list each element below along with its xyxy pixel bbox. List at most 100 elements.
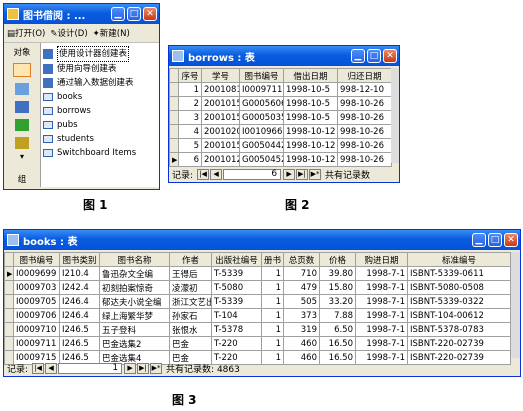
books-table-window: books : 表 ▁ □ ✕ 图书编号 图书类别 图书名称 作者 出版社编号 … (3, 229, 521, 377)
row-selector[interactable] (4, 294, 14, 309)
table-row[interactable]: 320010154G00050351998-10-5998-10-26 (169, 110, 392, 125)
list-item[interactable]: books (43, 90, 157, 104)
design-button[interactable]: ✎设计(D) (50, 27, 87, 39)
record-number-field[interactable]: 6 (223, 168, 282, 180)
table-icon (43, 121, 53, 129)
row-selector[interactable] (4, 308, 14, 323)
last-record-button[interactable]: ▶| (137, 362, 150, 374)
row-selector[interactable] (169, 96, 179, 111)
column-header[interactable]: 册书 (261, 252, 284, 267)
column-header[interactable]: 购进日期 (355, 252, 408, 267)
tables-object-icon[interactable] (13, 63, 31, 77)
list-item[interactable]: students (43, 132, 157, 146)
column-header[interactable]: 图书名称 (99, 252, 170, 267)
maximize-button[interactable]: □ (367, 49, 381, 63)
table-row[interactable]: I0009705 I246.4 郁达夫小说全编 浙江文艺出 T-5339 1 505 33.2… (4, 294, 511, 309)
table-icon (172, 50, 184, 62)
database-window-titlebar[interactable]: 图书借阅 : ... ▁ □ ✕ (4, 4, 159, 24)
objects-label: 对象 (13, 48, 31, 58)
table-row[interactable]: ▶620010128G00504521998-10-12998-10-26 (169, 152, 392, 167)
table-row[interactable]: I0009710 I246.5 五子登科 张恨水 T-5378 1 319 6.50 1998-… (4, 322, 511, 337)
row-selector[interactable] (169, 110, 179, 125)
open-button[interactable]: ▤打开(O) (7, 27, 45, 39)
table-row[interactable]: 120010810I00097111998-10-5998-12-10 (169, 82, 392, 97)
vertical-scrollbar[interactable] (511, 252, 520, 358)
vertical-scrollbar[interactable] (391, 68, 399, 163)
row-selector[interactable] (169, 82, 179, 97)
new-icon: ✦ (92, 29, 100, 39)
column-header[interactable]: 图书编号 (13, 252, 60, 267)
current-record-icon[interactable]: ▶ (4, 266, 14, 281)
close-button[interactable]: ✕ (504, 233, 518, 247)
list-item[interactable]: 通过输入数据创建表 (43, 76, 157, 90)
table-row[interactable]: 420010205I00109661998-10-12998-10-26 (169, 124, 392, 139)
record-navigator: 记录: |◀ ◀ 6 ▶ ▶| ▶* 共有记录数 (172, 168, 371, 181)
minimize-button[interactable]: ▁ (111, 7, 125, 21)
list-item[interactable]: 使用设计器创建表 (43, 46, 157, 62)
table-row[interactable]: 220010155G00056061998-10-5998-10-26 (169, 96, 392, 111)
current-record-icon[interactable]: ▶ (169, 152, 179, 167)
datasheet-icon (43, 78, 53, 88)
borrows-titlebar[interactable]: borrows : 表 ▁ □ ✕ (169, 46, 399, 66)
table-icon (7, 234, 19, 246)
table-icon (43, 149, 53, 157)
reports-object-icon[interactable] (15, 119, 29, 131)
table-icon (43, 93, 53, 101)
new-record-button[interactable]: ▶* (309, 168, 322, 180)
column-header[interactable]: 作者 (169, 252, 212, 267)
maximize-button[interactable]: □ (127, 7, 141, 21)
row-selector[interactable] (4, 280, 14, 295)
table-row[interactable]: 520010150G00504421998-10-12998-10-26 (169, 138, 392, 153)
object-bar: 对象 ▾ 组 (4, 43, 41, 187)
minimize-button[interactable]: ▁ (472, 233, 486, 247)
maximize-button[interactable]: □ (488, 233, 502, 247)
column-header[interactable]: 学号 (201, 68, 240, 83)
table-row[interactable]: ▶ I0009699 I210.4 鲁迅杂文全编 王得后 T-5339 1 710 39.80 1… (4, 266, 511, 281)
table-row[interactable]: I0009706 I246.4 绿上海繁华梦 孙家石 T-104 1 373 7.88 1998… (4, 308, 511, 323)
table-row[interactable]: I0009703 I242.4 初刻拍案惊奇 凌濛初 T-5080 1 479 15.80 19… (4, 280, 511, 295)
column-header[interactable]: 归还日期 (337, 68, 392, 83)
object-list: 使用设计器创建表 使用向导创建表 通过输入数据创建表 books borrows… (41, 43, 159, 187)
groups-label[interactable]: 组 (18, 173, 27, 185)
first-record-button[interactable]: |◀ (32, 362, 45, 374)
database-icon (7, 8, 19, 20)
column-header[interactable]: 序号 (178, 68, 202, 83)
list-item[interactable]: Switchboard Items (43, 146, 157, 160)
row-selector[interactable] (4, 336, 14, 351)
row-selector[interactable] (169, 138, 179, 153)
borrows-window-title: borrows : 表 (188, 52, 255, 64)
next-record-button[interactable]: ▶ (124, 362, 137, 374)
last-record-button[interactable]: ▶| (296, 168, 309, 180)
minimize-button[interactable]: ▁ (351, 49, 365, 63)
new-button[interactable]: ✦新建(N) (93, 27, 130, 39)
column-header[interactable]: 价格 (319, 252, 356, 267)
forms-object-icon[interactable] (15, 101, 29, 113)
table-row[interactable]: I0009711 I246.5 巴金选集2 巴金 T-220 1 460 16.50 1998-… (4, 336, 511, 351)
next-record-button[interactable]: ▶ (283, 168, 296, 180)
column-header[interactable]: 总页数 (283, 252, 320, 267)
previous-record-button[interactable]: ◀ (45, 362, 58, 374)
record-number-field[interactable]: 1 (58, 362, 123, 374)
macros-object-icon[interactable] (15, 137, 29, 149)
column-header[interactable]: 标准编号 (407, 252, 511, 267)
books-titlebar[interactable]: books : 表 ▁ □ ✕ (4, 230, 520, 250)
list-item[interactable]: pubs (43, 118, 157, 132)
list-item[interactable]: 使用向导创建表 (43, 62, 157, 76)
queries-object-icon[interactable] (15, 83, 29, 95)
column-header[interactable]: 图书类别 (59, 252, 100, 267)
close-button[interactable]: ✕ (143, 7, 157, 21)
column-header[interactable]: 出版社编号 (211, 252, 262, 267)
close-button[interactable]: ✕ (383, 49, 397, 63)
column-header[interactable]: 图书编号 (239, 68, 284, 83)
row-selector[interactable] (4, 322, 14, 337)
column-header[interactable]: 借出日期 (283, 68, 338, 83)
previous-record-button[interactable]: ◀ (210, 168, 223, 180)
first-record-button[interactable]: |◀ (197, 168, 210, 180)
select-all-cell[interactable] (169, 68, 179, 83)
new-record-button[interactable]: ▶* (150, 362, 163, 374)
chevron-down-icon[interactable]: ▾ (20, 152, 24, 161)
row-selector[interactable] (169, 124, 179, 139)
list-item[interactable]: borrows (43, 104, 157, 118)
select-all-cell[interactable] (4, 252, 14, 267)
borrows-table-window: borrows : 表 ▁ □ ✕ 序号 学号 图书编号 借出日期 归还日期 1… (168, 45, 400, 183)
